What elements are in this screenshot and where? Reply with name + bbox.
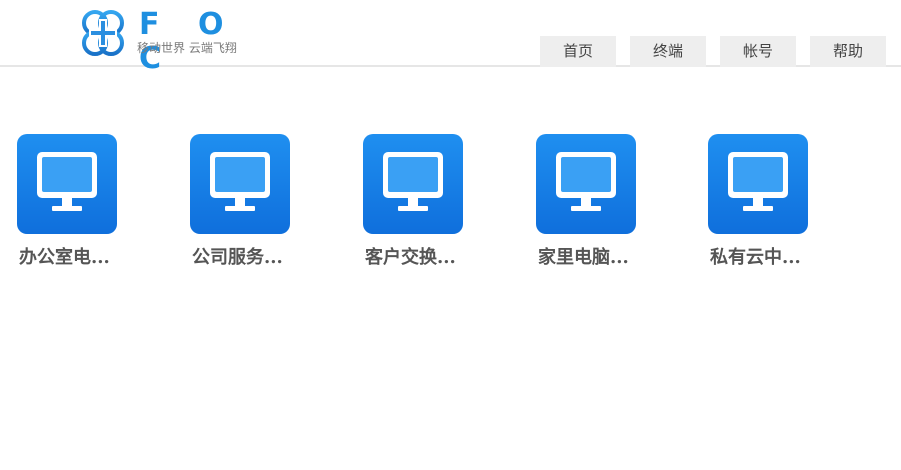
terminal-grid: 办公室电... 公司服务... 客户交换... 家里电脑... 私有云中...: [0, 134, 901, 284]
monitor-icon: [556, 152, 616, 211]
terminal-label: 家里电脑...: [538, 247, 629, 268]
terminal-tile-icon-bg: [190, 134, 290, 234]
terminal-tile[interactable]: 办公室电...: [17, 134, 137, 274]
terminal-tile[interactable]: 客户交换...: [363, 134, 483, 274]
terminal-tile-icon-bg: [17, 134, 117, 234]
terminal-tile-icon-bg: [363, 134, 463, 234]
monitor-icon: [210, 152, 270, 211]
terminal-label: 公司服务...: [192, 247, 283, 268]
top-header: F O C 移动世界 云端飞翔 首页 终端 帐号 帮助: [0, 0, 901, 76]
monitor-icon: [383, 152, 443, 211]
terminal-tile[interactable]: 私有云中...: [708, 134, 828, 274]
cloud-cross-logo-icon: [82, 10, 124, 56]
terminal-tile-icon-bg: [536, 134, 636, 234]
terminal-tile-icon-bg: [708, 134, 808, 234]
nav-help[interactable]: 帮助: [810, 36, 886, 67]
terminal-tile[interactable]: 家里电脑...: [536, 134, 656, 274]
terminal-label: 私有云中...: [710, 247, 801, 268]
monitor-icon: [728, 152, 788, 211]
terminal-tile[interactable]: 公司服务...: [190, 134, 310, 274]
nav-terminals[interactable]: 终端: [630, 36, 706, 67]
nav-account[interactable]: 帐号: [720, 36, 796, 67]
nav-home[interactable]: 首页: [540, 36, 616, 67]
foc-logo[interactable]: F O C 移动世界 云端飞翔: [77, 8, 257, 76]
terminal-label: 客户交换...: [365, 247, 456, 268]
logo-slogan: 移动世界 云端飞翔: [137, 41, 237, 55]
terminal-label: 办公室电...: [19, 247, 110, 268]
monitor-icon: [37, 152, 97, 211]
